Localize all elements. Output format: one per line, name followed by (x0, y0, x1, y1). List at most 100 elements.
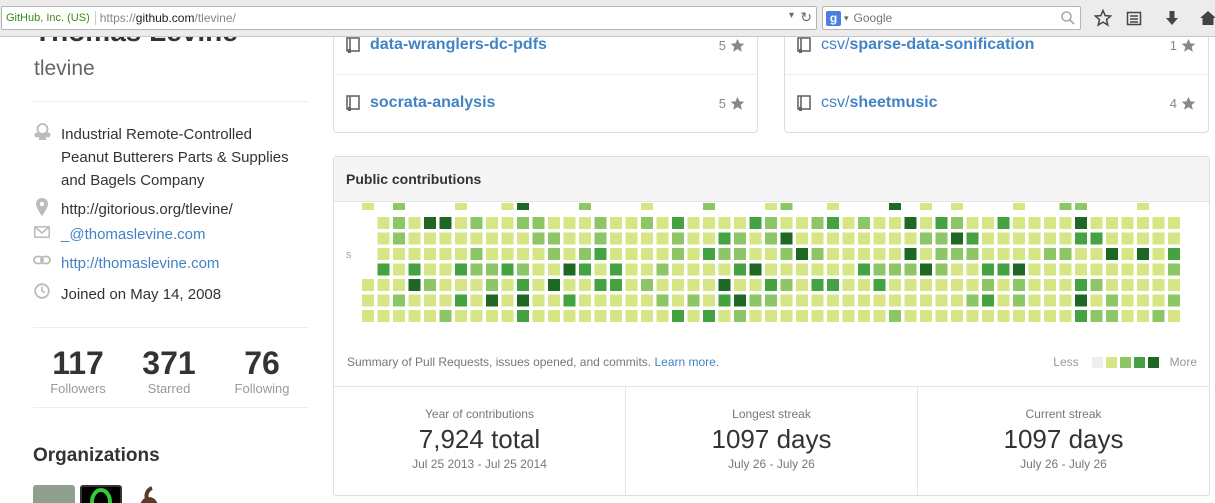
contribution-day[interactable] (548, 232, 560, 245)
contribution-day[interactable] (718, 263, 731, 276)
contribution-day[interactable] (765, 217, 777, 229)
contribution-day[interactable] (1090, 232, 1103, 245)
contribution-day[interactable] (439, 248, 452, 260)
contribution-day[interactable] (687, 294, 700, 307)
contribution-day[interactable] (1152, 263, 1165, 276)
contribution-day[interactable] (951, 203, 963, 210)
contribution-day[interactable] (842, 310, 855, 322)
contribution-day[interactable] (424, 232, 436, 245)
contribution-day[interactable] (687, 217, 700, 229)
contribution-day[interactable] (935, 232, 948, 245)
repo-item[interactable]: csv/sparse-data-sonification 1 (785, 16, 1208, 74)
contribution-day[interactable] (517, 310, 529, 322)
contribution-day[interactable] (672, 310, 684, 322)
contribution-day[interactable] (889, 217, 901, 229)
contribution-day[interactable] (1059, 203, 1072, 210)
contribution-day[interactable] (734, 279, 746, 291)
contribution-day[interactable] (656, 232, 669, 245)
contribution-day[interactable] (951, 310, 963, 322)
contribution-day[interactable] (455, 203, 467, 210)
contribution-day[interactable] (1106, 279, 1118, 291)
contribution-day[interactable] (889, 263, 901, 276)
contribution-day[interactable] (982, 294, 994, 307)
contribution-day[interactable] (1137, 294, 1149, 307)
contribution-day[interactable] (1090, 294, 1103, 307)
contribution-day[interactable] (811, 263, 824, 276)
contribution-day[interactable] (1028, 248, 1041, 260)
contribution-day[interactable] (486, 310, 498, 322)
contribution-day[interactable] (889, 294, 901, 307)
contribution-day[interactable] (997, 294, 1010, 307)
contribution-day[interactable] (1152, 294, 1165, 307)
contribution-day[interactable] (1059, 294, 1072, 307)
contribution-day[interactable] (656, 310, 669, 322)
contribution-day[interactable] (1121, 310, 1134, 322)
contribution-day[interactable] (920, 279, 932, 291)
contribution-day[interactable] (920, 263, 932, 276)
contribution-day[interactable] (377, 279, 390, 291)
contribution-day[interactable] (594, 232, 607, 245)
contribution-day[interactable] (1168, 310, 1180, 322)
contribution-day[interactable] (935, 310, 948, 322)
repo-item[interactable]: data-wranglers-dc-pdfs 5 (334, 16, 757, 74)
contribution-day[interactable] (362, 310, 374, 322)
contribution-day[interactable] (501, 232, 514, 245)
contribution-day[interactable] (687, 248, 700, 260)
contribution-day[interactable] (1106, 232, 1118, 245)
contribution-day[interactable] (1137, 203, 1149, 210)
contribution-day[interactable] (889, 248, 901, 260)
contribution-day[interactable] (1168, 217, 1180, 229)
contribution-day[interactable] (982, 263, 994, 276)
contribution-day[interactable] (734, 263, 746, 276)
contribution-day[interactable] (625, 294, 638, 307)
contribution-day[interactable] (532, 263, 545, 276)
contribution-day[interactable] (532, 294, 545, 307)
contribution-day[interactable] (439, 263, 452, 276)
contribution-day[interactable] (982, 248, 994, 260)
contribution-day[interactable] (703, 279, 715, 291)
contribution-day[interactable] (1013, 217, 1025, 229)
contribution-day[interactable] (486, 263, 498, 276)
contribution-day[interactable] (377, 248, 390, 260)
contribution-day[interactable] (501, 279, 514, 291)
contribution-day[interactable] (424, 248, 436, 260)
contribution-day[interactable] (780, 294, 793, 307)
contribution-day[interactable] (625, 310, 638, 322)
contribution-day[interactable] (1059, 217, 1072, 229)
contribution-day[interactable] (935, 263, 948, 276)
contribution-day[interactable] (1013, 248, 1025, 260)
contribution-day[interactable] (765, 232, 777, 245)
contribution-day[interactable] (470, 217, 483, 229)
contribution-day[interactable] (1152, 310, 1165, 322)
contribution-day[interactable] (594, 217, 607, 229)
contribution-day[interactable] (749, 279, 762, 291)
contribution-day[interactable] (1152, 217, 1165, 229)
contribution-day[interactable] (858, 248, 870, 260)
contribution-day[interactable] (424, 263, 436, 276)
contribution-day[interactable] (377, 217, 390, 229)
contribution-day[interactable] (377, 310, 390, 322)
contribution-day[interactable] (1137, 217, 1149, 229)
contribution-day[interactable] (920, 203, 932, 210)
contribution-day[interactable] (904, 248, 917, 260)
contribution-day[interactable] (858, 263, 870, 276)
repo-name[interactable]: csv/sheetmusic (821, 94, 938, 112)
contribution-day[interactable] (858, 217, 870, 229)
contribution-day[interactable] (920, 294, 932, 307)
contribution-day[interactable] (1106, 263, 1118, 276)
contribution-day[interactable] (594, 279, 607, 291)
stat-followers[interactable]: 117 Followers (40, 345, 116, 396)
contribution-day[interactable] (656, 248, 669, 260)
contribution-day[interactable] (873, 248, 886, 260)
contribution-day[interactable] (672, 248, 684, 260)
contribution-day[interactable] (765, 203, 777, 210)
contribution-day[interactable] (455, 232, 467, 245)
contribution-day[interactable] (904, 279, 917, 291)
contribution-day[interactable] (1075, 279, 1087, 291)
contribution-day[interactable] (672, 263, 684, 276)
contribution-day[interactable] (873, 279, 886, 291)
contribution-day[interactable] (1168, 248, 1180, 260)
contribution-day[interactable] (796, 217, 808, 229)
stat-following[interactable]: 76 Following (224, 345, 300, 396)
contribution-day[interactable] (951, 279, 963, 291)
